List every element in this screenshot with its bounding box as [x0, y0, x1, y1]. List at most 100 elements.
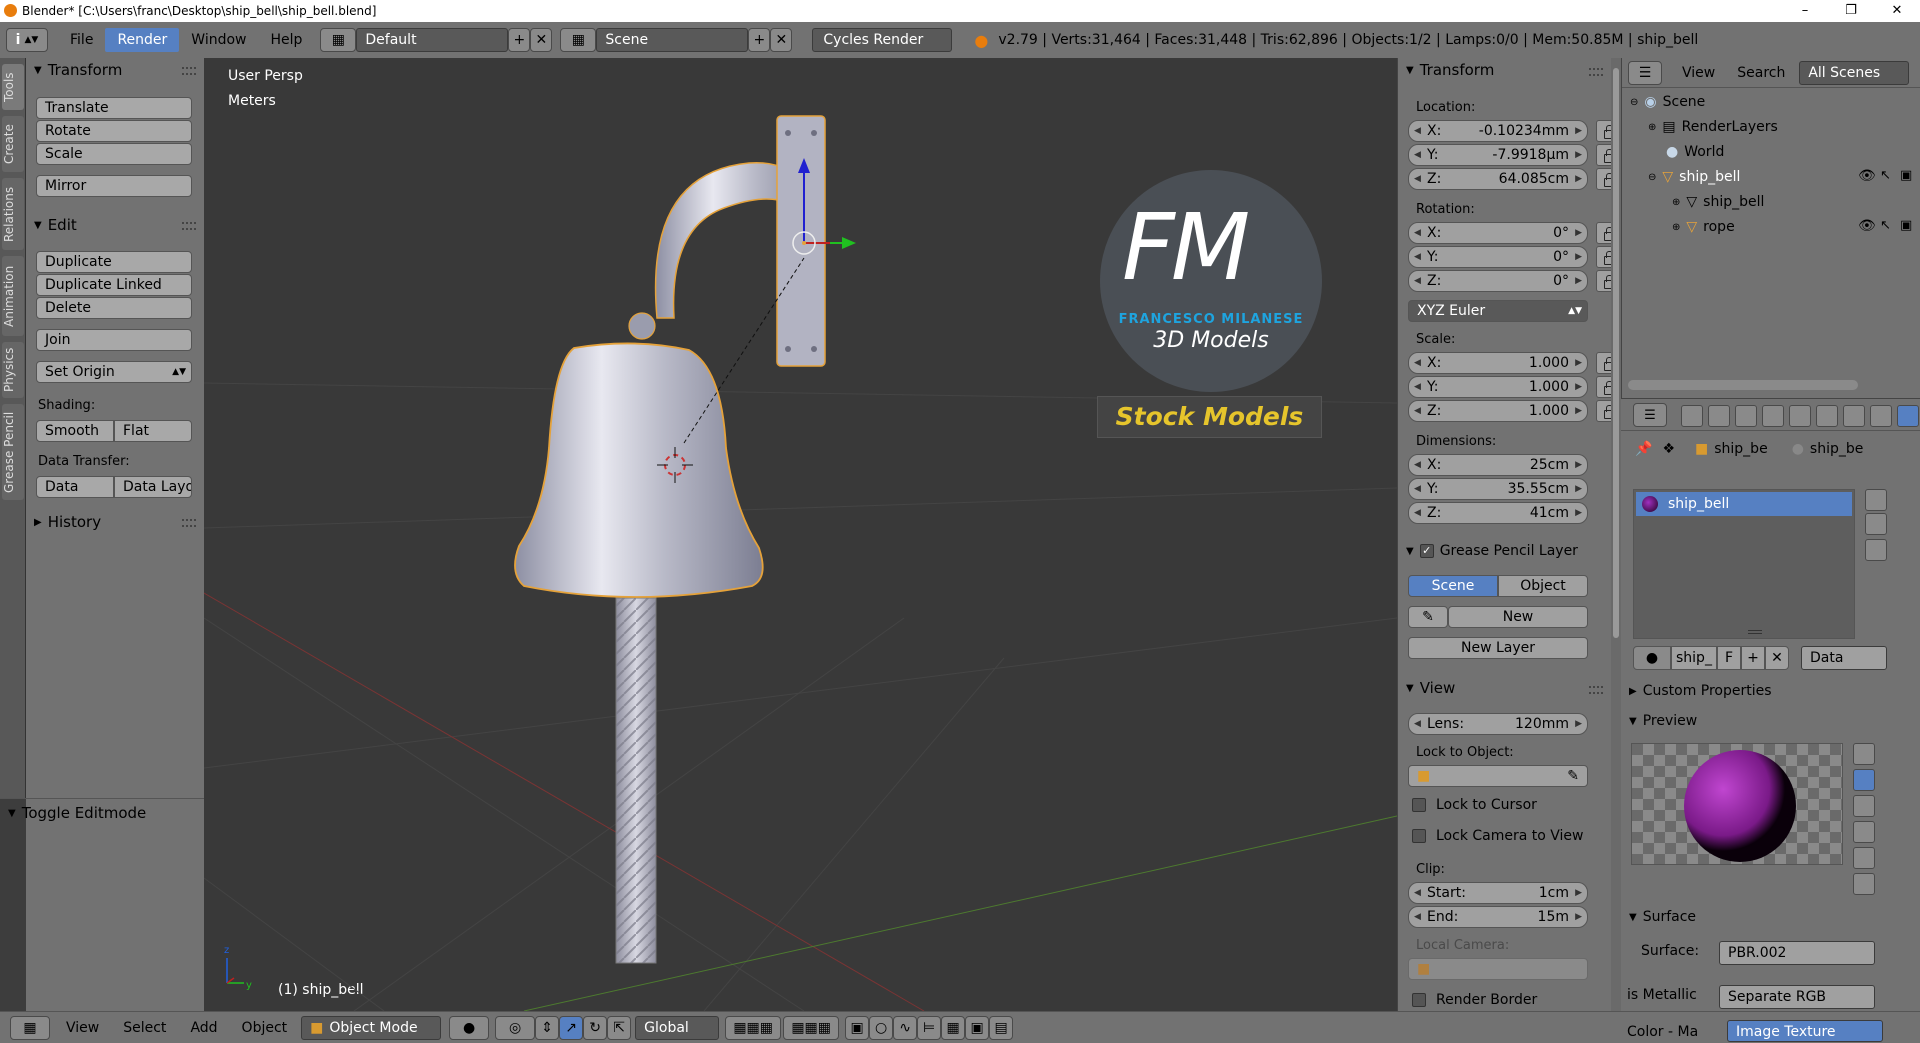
- lock-cursor-checkbox[interactable]: [1412, 798, 1426, 812]
- falloff-icon[interactable]: ∿: [893, 1015, 918, 1040]
- lock-object-field[interactable]: ■ ✎: [1408, 765, 1588, 787]
- location-y-field[interactable]: ◀ Y: -7.9918µm ▶: [1408, 144, 1588, 166]
- unlink-material-icon[interactable]: ✕: [1765, 646, 1789, 670]
- collapse-icon[interactable]: ⊖: [1630, 97, 1638, 108]
- rotation-x-field[interactable]: ◀ X: 0° ▶: [1408, 222, 1588, 244]
- material-tab-icon[interactable]: [1897, 405, 1919, 427]
- lock-camera-checkbox[interactable]: [1412, 829, 1426, 843]
- custom-properties-header[interactable]: ▶ Custom Properties: [1621, 679, 1772, 703]
- smooth-button[interactable]: Smooth: [36, 420, 114, 442]
- list-resize-icon[interactable]: [1748, 630, 1762, 634]
- screen-layout-field[interactable]: Default: [356, 28, 509, 52]
- panel-grip-icon[interactable]: [182, 519, 196, 527]
- screen-layout-icon[interactable]: ▦: [320, 28, 357, 52]
- menu-window[interactable]: Window: [179, 28, 258, 52]
- preview-sphere-icon[interactable]: [1853, 769, 1875, 791]
- edit-panel-header[interactable]: ▼ Edit: [26, 213, 77, 237]
- snap-target-icon[interactable]: ▦: [941, 1015, 966, 1040]
- panel-grip-icon[interactable]: [1589, 68, 1603, 76]
- preview-monkey-icon[interactable]: [1853, 821, 1875, 843]
- tab-tools[interactable]: Tools: [2, 64, 24, 110]
- toggle-editmode-panel[interactable]: ▼ Toggle Editmode: [0, 801, 146, 825]
- properties-editor-icon[interactable]: ☰: [1633, 403, 1667, 427]
- expand-icon[interactable]: ⊕: [1648, 122, 1656, 133]
- clip-start-field[interactable]: ◀ Start: 1cm ▶: [1408, 882, 1588, 904]
- duplicate-linked-button[interactable]: Duplicate Linked: [36, 274, 192, 296]
- editor-type-3dview-icon[interactable]: ▦: [10, 1015, 50, 1040]
- visibility-eye-icon[interactable]: 👁: [1858, 218, 1876, 234]
- selectable-arrow-icon[interactable]: ↖: [1880, 218, 1891, 233]
- data-layout-button[interactable]: Data Layo: [114, 476, 192, 498]
- rotation-y-field[interactable]: ◀ Y: 0° ▶: [1408, 246, 1588, 268]
- view-menu[interactable]: View: [66, 1020, 99, 1036]
- outliner-hscrollbar[interactable]: [1628, 380, 1858, 390]
- transform-orientation-dropdown[interactable]: Global: [635, 1015, 720, 1040]
- dimension-z-field[interactable]: ◀ Z: 41cm ▶: [1408, 502, 1588, 524]
- flat-button[interactable]: Flat: [114, 420, 192, 442]
- grease-pencil-layer-header[interactable]: ▼ ✓ Grease Pencil Layer: [1398, 539, 1578, 563]
- add-menu[interactable]: Add: [190, 1020, 217, 1036]
- collapse-icon[interactable]: ⊖: [1648, 172, 1656, 183]
- eyedropper-icon[interactable]: ✎: [1567, 766, 1579, 786]
- breadcrumb-material[interactable]: ship_be: [1810, 441, 1863, 457]
- panel-grip-icon[interactable]: [182, 67, 196, 75]
- render-still-icon[interactable]: ▣: [965, 1015, 990, 1040]
- rotate-button[interactable]: Rotate: [36, 120, 192, 142]
- selectable-arrow-icon[interactable]: ↖: [1880, 168, 1891, 183]
- preview-cube-icon[interactable]: [1853, 795, 1875, 817]
- outliner-filter-dropdown[interactable]: All Scenes: [1799, 60, 1910, 85]
- scale-x-field[interactable]: ◀ X: 1.000 ▶: [1408, 352, 1588, 374]
- visibility-eye-icon[interactable]: 👁: [1858, 168, 1876, 184]
- slot-specials-icon[interactable]: [1865, 539, 1887, 561]
- transform-props-header[interactable]: ▼ Transform: [1398, 58, 1494, 82]
- set-origin-dropdown[interactable]: Set Origin ▲▼: [36, 361, 192, 383]
- expand-icon[interactable]: ⊕: [1672, 222, 1680, 233]
- lens-field[interactable]: ◀ Lens: 120mm ▶: [1408, 713, 1588, 735]
- pivot-point-icon[interactable]: ◎: [495, 1015, 536, 1040]
- object-tab-icon[interactable]: [1789, 405, 1811, 427]
- location-x-field[interactable]: ◀ X: -0.10234mm ▶: [1408, 120, 1588, 142]
- constraints-tab-icon[interactable]: [1816, 405, 1838, 427]
- local-camera-field[interactable]: ■: [1408, 958, 1588, 980]
- view-panel-header[interactable]: ▼ View: [1398, 676, 1455, 700]
- render-engine-dropdown[interactable]: Cycles Render: [812, 28, 953, 52]
- scale-manipulator-icon[interactable]: ⇱: [607, 1015, 632, 1040]
- npanel-scrollbar[interactable]: [1611, 58, 1621, 1011]
- material-slot-item[interactable]: ship_bell: [1636, 492, 1852, 516]
- close-icon[interactable]: ✕: [1874, 0, 1920, 22]
- scene-tab-icon[interactable]: [1735, 405, 1757, 427]
- tab-create[interactable]: Create: [2, 116, 24, 172]
- scale-button[interactable]: Scale: [36, 143, 192, 165]
- viewport-shading-icon[interactable]: ●: [449, 1015, 490, 1040]
- outliner-row-renderlayers[interactable]: ⊕ ▤ RenderLayers: [1648, 119, 1778, 135]
- render-anim-icon[interactable]: ▤: [989, 1015, 1014, 1040]
- gp-pencil-icon[interactable]: ✎: [1408, 606, 1448, 628]
- new-material-icon[interactable]: +: [1741, 646, 1765, 670]
- rotation-z-field[interactable]: ◀ Z: 0° ▶: [1408, 270, 1588, 292]
- object-menu[interactable]: Object: [242, 1020, 288, 1036]
- remove-slot-icon[interactable]: [1865, 513, 1887, 535]
- context-link-icon[interactable]: ❖: [1662, 441, 1675, 457]
- color-input-dropdown[interactable]: Image Texture: [1727, 1020, 1883, 1042]
- gp-new-layer-button[interactable]: New Layer: [1408, 637, 1588, 659]
- history-panel-header[interactable]: ▶ History: [26, 510, 101, 534]
- renderable-camera-icon[interactable]: ▣: [1900, 168, 1912, 183]
- transform-panel-header[interactable]: ▼ Transform: [26, 58, 122, 82]
- delete-button[interactable]: Delete: [36, 297, 192, 319]
- preview-hair-icon[interactable]: [1853, 847, 1875, 869]
- snap-icon[interactable]: ⊨: [917, 1015, 942, 1040]
- outliner-row-world[interactable]: ● World: [1666, 144, 1724, 160]
- add-slot-icon[interactable]: [1865, 489, 1887, 511]
- layers-right-icon[interactable]: ▦▦▦: [783, 1015, 840, 1040]
- material-slots-list[interactable]: ship_bell: [1633, 489, 1855, 639]
- gp-new-button[interactable]: New: [1448, 606, 1588, 628]
- layers-left-icon[interactable]: ▦▦▦: [725, 1015, 782, 1040]
- translate-manipulator-icon[interactable]: ↗: [559, 1015, 584, 1040]
- tab-animation[interactable]: Animation: [2, 256, 24, 336]
- data-tab-icon[interactable]: [1870, 405, 1892, 427]
- scale-y-field[interactable]: ◀ Y: 1.000 ▶: [1408, 376, 1588, 398]
- clip-end-field[interactable]: ◀ End: 15m ▶: [1408, 906, 1588, 928]
- add-layout-icon[interactable]: +: [508, 28, 531, 52]
- panel-grip-icon[interactable]: [1589, 686, 1603, 694]
- location-z-field[interactable]: ◀ Z: 64.085cm ▶: [1408, 168, 1588, 190]
